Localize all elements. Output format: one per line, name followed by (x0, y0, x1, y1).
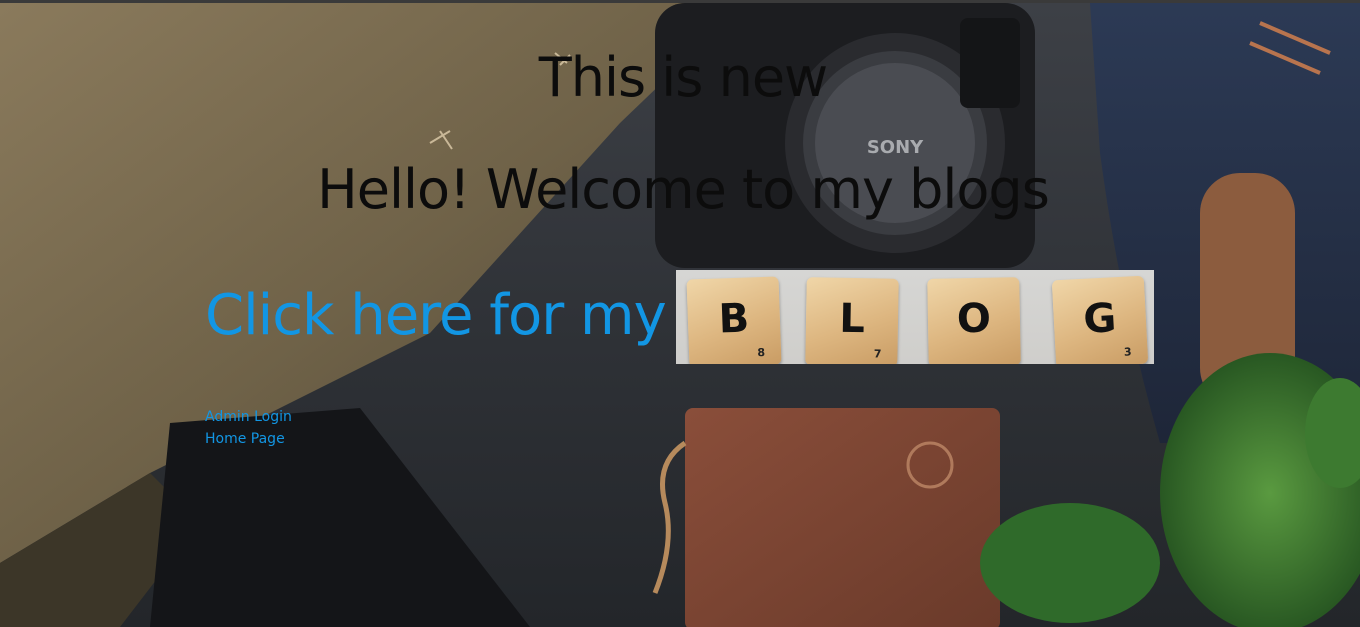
welcome-heading: Hello! Welcome to my blogs (317, 158, 1050, 221)
blog-tile-o: O (926, 277, 1021, 364)
page-title: This is new (538, 46, 828, 109)
admin-login-link[interactable]: Admin Login (205, 406, 292, 428)
tile-score: 7 (873, 347, 882, 361)
tile-letter: L (838, 295, 865, 343)
home-page-link[interactable]: Home Page (205, 428, 292, 450)
blog-image[interactable]: B 8 L 7 O G 3 (675, 270, 1154, 364)
tile-letter: O (956, 295, 992, 343)
blog-tile-b: B 8 (686, 276, 782, 364)
blog-tile-l: L 7 (804, 277, 899, 364)
nav-links: Admin Login Home Page (205, 406, 292, 450)
blog-link-text[interactable]: Click here for my (205, 284, 667, 348)
page-content: This is new Hello! Welcome to my blogs C… (0, 0, 1360, 627)
blog-tile-g: G 3 (1051, 275, 1148, 364)
tile-letter: G (1081, 295, 1118, 343)
tile-score: 8 (756, 345, 766, 360)
tile-score: 3 (1123, 345, 1132, 359)
tile-letter: B (717, 295, 750, 343)
blog-link[interactable]: Click here for my B 8 L 7 O G 3 (205, 268, 1154, 364)
